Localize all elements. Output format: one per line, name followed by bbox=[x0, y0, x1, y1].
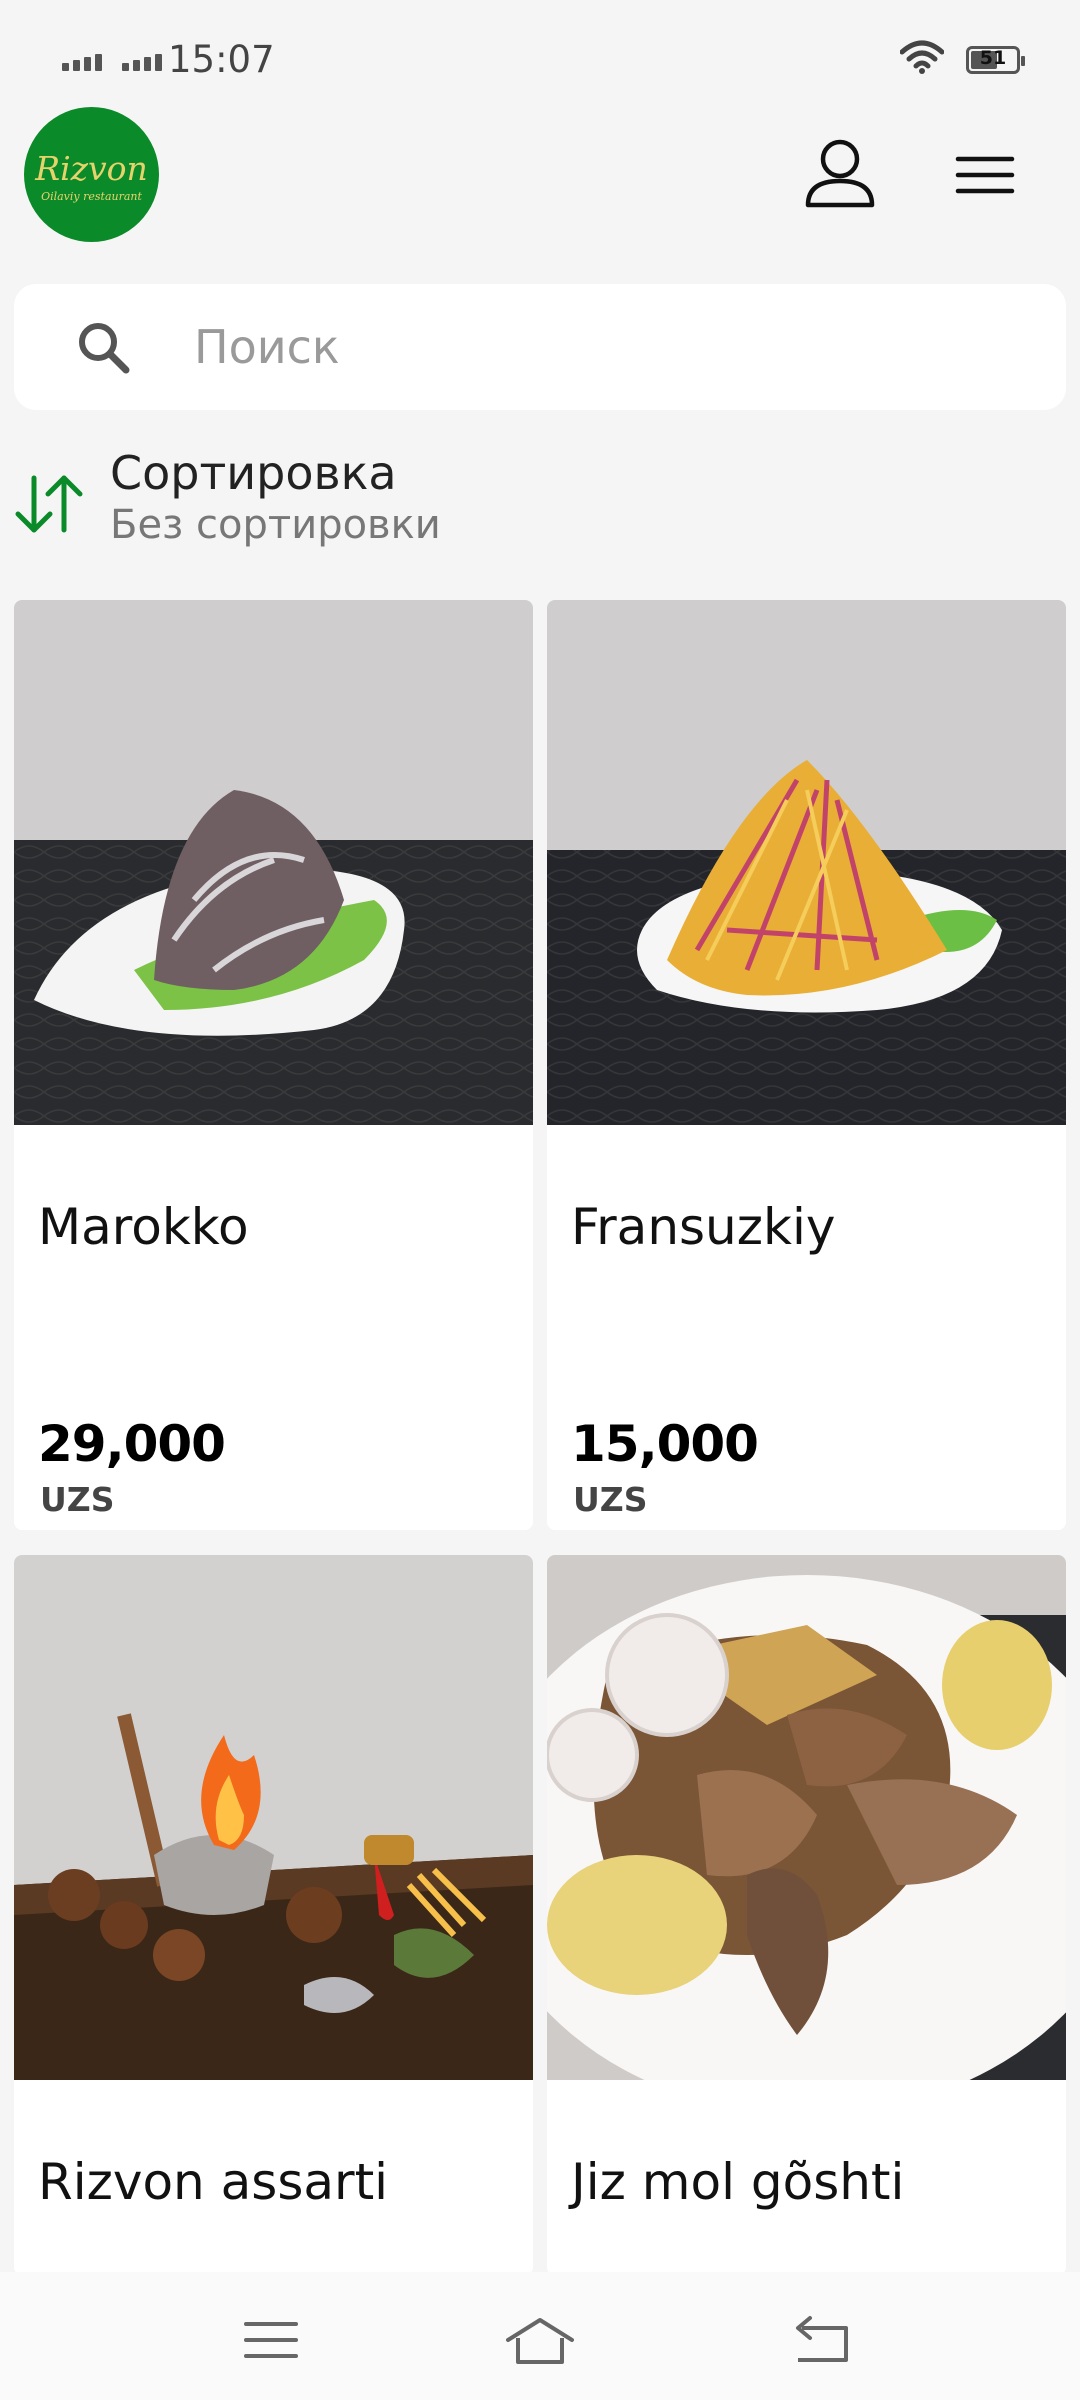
battery-icon: 51 bbox=[966, 46, 1025, 74]
status-bar: 15:07 51 bbox=[0, 0, 1080, 100]
sort-value: Без сортировки bbox=[110, 502, 441, 548]
product-image bbox=[14, 600, 533, 1125]
product-image bbox=[547, 1555, 1066, 2080]
product-price: 29,000 bbox=[38, 1415, 226, 1473]
menu-button[interactable] bbox=[950, 145, 1020, 205]
signal-icon bbox=[122, 54, 162, 71]
product-image bbox=[547, 600, 1066, 1125]
sort-arrows-icon bbox=[15, 475, 83, 533]
product-name: Jiz mol gõshti bbox=[571, 2153, 905, 2211]
product-card[interactable]: Fransuzkiy 15,000 UZS bbox=[547, 600, 1066, 1530]
search-input[interactable] bbox=[179, 302, 1034, 392]
nav-home-button[interactable] bbox=[500, 2312, 580, 2372]
user-icon bbox=[805, 139, 875, 208]
product-currency: UZS bbox=[573, 1480, 648, 1519]
product-currency: UZS bbox=[40, 1480, 115, 1519]
status-time: 15:07 bbox=[168, 38, 275, 81]
system-navigation-bar bbox=[0, 2272, 1080, 2400]
nav-home-icon bbox=[506, 2318, 574, 2364]
nav-menu-button[interactable] bbox=[232, 2312, 312, 2372]
sort-control[interactable]: Сортировка Без сортировки bbox=[14, 440, 514, 560]
restaurant-logo[interactable]: Rizvon Oilaviy restaurant bbox=[24, 107, 159, 242]
hamburger-menu-icon bbox=[955, 156, 1015, 194]
product-price: 15,000 bbox=[571, 1415, 759, 1473]
sort-title: Сортировка bbox=[110, 446, 397, 500]
product-image bbox=[14, 1555, 533, 2080]
product-card[interactable]: Jiz mol gõshti bbox=[547, 1555, 1066, 2275]
search-icon bbox=[79, 323, 130, 374]
nav-back-icon bbox=[796, 2316, 848, 2362]
product-name: Marokko bbox=[38, 1198, 249, 1256]
product-card[interactable]: Marokko 29,000 UZS bbox=[14, 600, 533, 1530]
profile-button[interactable] bbox=[800, 135, 880, 215]
product-name: Rizvon assarti bbox=[38, 2153, 389, 2211]
search-bar[interactable] bbox=[14, 284, 1066, 410]
logo-title: Rizvon bbox=[35, 149, 148, 188]
product-name: Fransuzkiy bbox=[571, 1198, 836, 1256]
nav-menu-icon bbox=[244, 2322, 298, 2358]
battery-level: 51 bbox=[979, 47, 1007, 69]
wifi-icon bbox=[900, 40, 944, 74]
signal-icon bbox=[62, 54, 102, 71]
product-card[interactable]: Rizvon assarti bbox=[14, 1555, 533, 2275]
nav-back-button[interactable] bbox=[782, 2312, 862, 2372]
logo-subtitle: Oilaviy restaurant bbox=[41, 190, 142, 203]
